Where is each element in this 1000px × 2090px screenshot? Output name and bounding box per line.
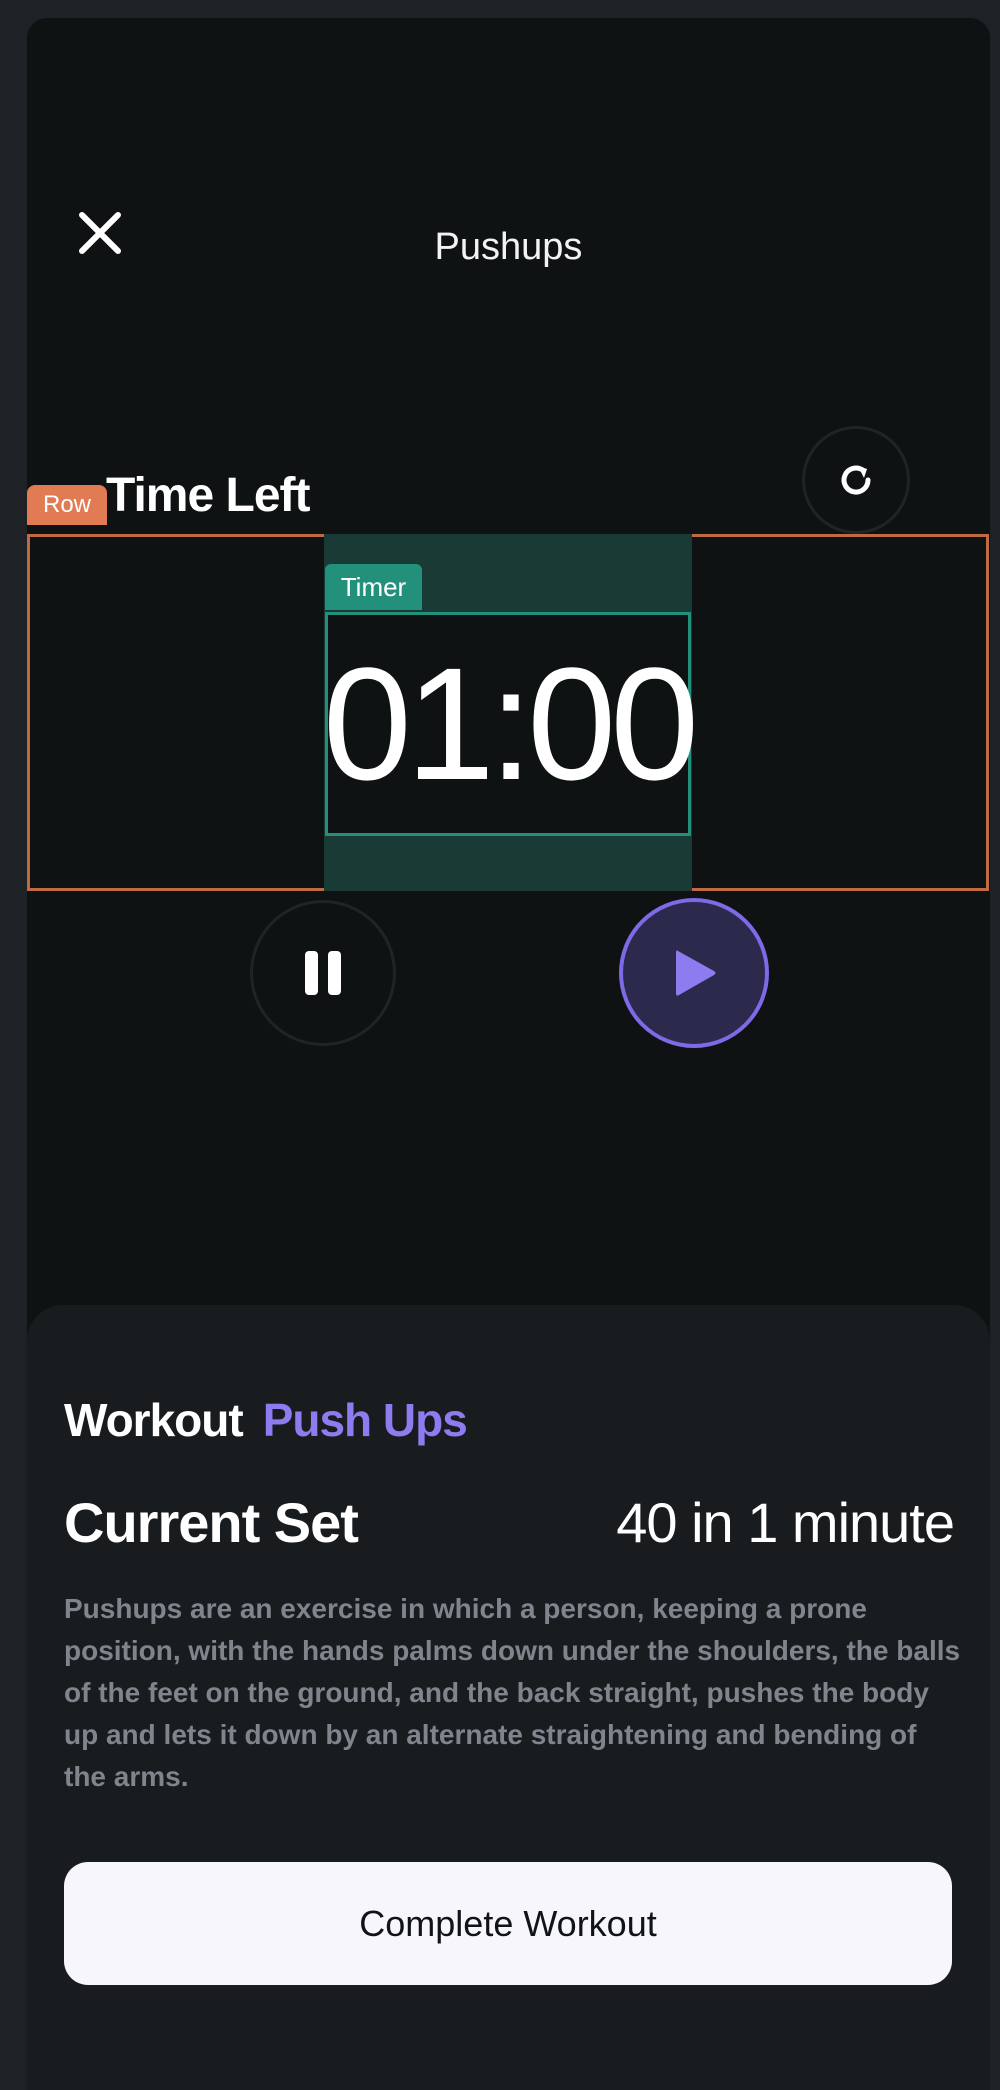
refresh-icon: [841, 465, 871, 495]
complete-workout-button[interactable]: Complete Workout: [64, 1862, 952, 1985]
page-title: Pushups: [434, 226, 583, 268]
timer-overlay-tag: Timer: [325, 564, 422, 610]
app-screen: Pushups Time Left Row Timer 01:00 Workou…: [27, 18, 990, 2090]
row-overlay-tag: Row: [27, 485, 107, 525]
workout-details-sheet: Workout Push Ups Current Set 40 in 1 min…: [27, 1305, 990, 2090]
current-set-label: Current Set: [64, 1491, 359, 1554]
timer-display: 01:00: [322, 612, 699, 836]
timer-value: 01:00: [322, 634, 699, 813]
play-icon: [676, 950, 716, 996]
workout-label: Workout: [64, 1394, 244, 1446]
workout-heading: Workout Push Ups: [64, 1393, 468, 1447]
workout-description: Pushups are an exercise in which a perso…: [64, 1593, 961, 1792]
play-button[interactable]: [619, 898, 769, 1048]
workout-name: Push Ups: [262, 1394, 468, 1446]
pause-button[interactable]: [250, 900, 396, 1046]
pause-icon: [305, 951, 341, 995]
current-set-value: 40 in 1 minute: [616, 1491, 955, 1554]
time-left-label: Time Left: [106, 469, 310, 522]
reset-timer-button[interactable]: [802, 426, 910, 534]
